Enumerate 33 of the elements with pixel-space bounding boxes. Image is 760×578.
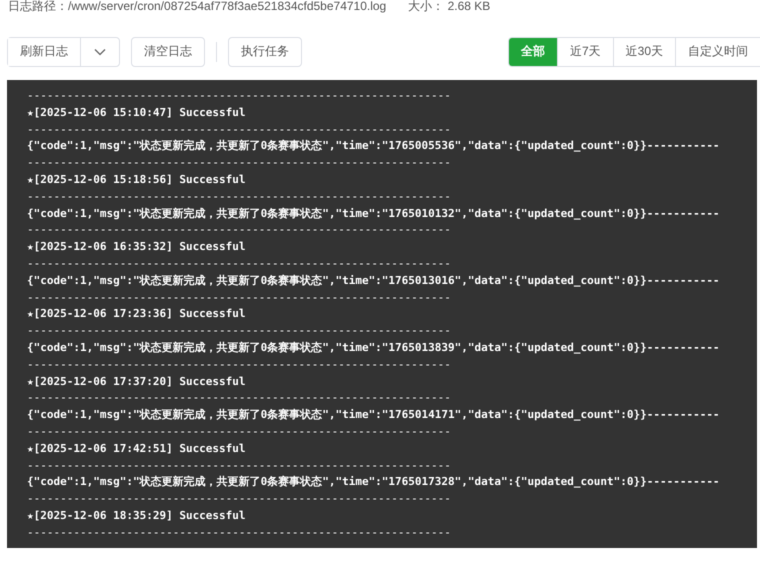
log-response: {"code":1,"msg":"状态更新完成，共更新了0条赛事状态","time":"1765013016","data":{"updated_count":0}}----------- <box>27 272 721 289</box>
log-entry-header: ★[2025-12-06 18:35:29] Successful <box>27 508 247 524</box>
log-response: {"code":1,"msg":"状态更新完成，共更新了0条赛事状态","time":"1765013839","data":{"updated_count":0}}----------- <box>27 340 721 356</box>
log-response: {"code":1,"msg":"状态更新完成，共更新了0条赛事状态","time":"1765010132","data":{"updated_count":0}}----------- <box>27 206 721 222</box>
log-entry-header: ★[2025-12-06 17:42:51] Successful <box>27 440 247 457</box>
log-separator: ---------------------------------------------------------------- <box>27 222 452 238</box>
log-separator: ---------------------------------------------------------------- <box>27 290 452 306</box>
log-separator: ---------------------------------------------------------------- <box>27 390 452 406</box>
log-response: {"code":1,"msg":"状态更新完成，共更新了0条赛事状态","time":"1765014171","data":{"updated_count":0}}----------- <box>27 407 721 424</box>
log-entry-header: ★[2025-12-06 16:35:32] Successful <box>27 239 247 256</box>
log-separator: ---------------------------------------------------------------- <box>27 323 452 340</box>
log-entry-header: ★[2025-12-06 17:37:20] Successful <box>27 374 247 390</box>
log-separator: ---------------------------------------------------------------- <box>27 188 452 205</box>
refresh-log-button[interactable]: 刷新日志 <box>8 38 81 66</box>
log-separator: ---------------------------------------------------------------- <box>27 458 452 474</box>
log-entry-header: ★[2025-12-06 15:18:56] Successful <box>27 172 247 188</box>
toolbar-button[interactable]: 清空日志 <box>131 36 205 66</box>
log-response: {"code":1,"msg":"状态更新完成，共更新了0条赛事状态","time":"1765005536","data":{"updated_count":0}}----------- <box>27 138 721 154</box>
log-separator: ---------------------------------------------------------------- <box>27 356 452 373</box>
log-response: {"code":1,"msg":"状态更新完成，共更新了0条赛事状态","time":"1765017328","data":{"updated_count":0}}----------- <box>27 474 721 490</box>
log-separator: ---------------------------------------------------------------- <box>27 155 452 172</box>
log-separator: ---------------------------------------------------------------- <box>27 256 452 272</box>
log-separator: ---------------------------------------------------------------- <box>27 88 452 104</box>
toolbar-button[interactable]: 执行任务 <box>228 36 302 66</box>
log-entry-header: ★[2025-12-06 15:10:47] Successful <box>27 104 247 121</box>
log-path: 日志路径：/www/server/cron/087254af778f3ae521834cfd5be74710.log <box>8 0 386 15</box>
log-entry-header: ★[2025-12-06 17:23:36] Successful <box>27 306 247 322</box>
log-separator: ---------------------------------------------------------------- <box>27 491 452 508</box>
log-size: 大小： 2.68 KB <box>408 0 490 15</box>
log-separator: ---------------------------------------------------------------- <box>27 524 452 541</box>
caret-icon <box>94 48 106 56</box>
log-separator: ---------------------------------------------------------------- <box>27 424 452 440</box>
log-separator: ---------------------------------------------------------------- <box>27 122 452 138</box>
